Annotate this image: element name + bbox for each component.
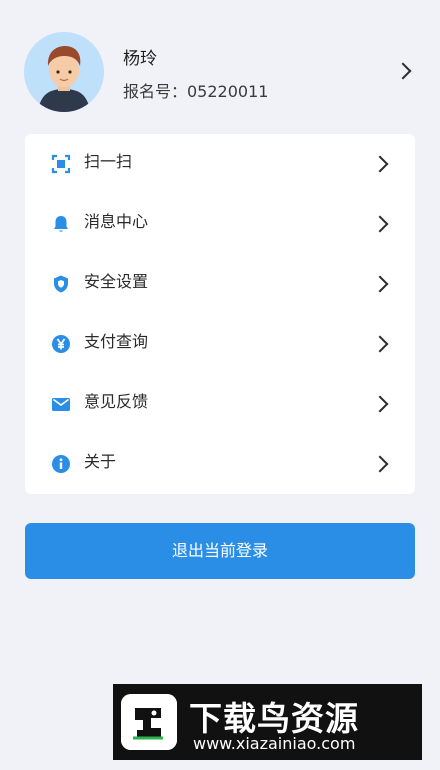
menu-item-feedback[interactable]: 意见反馈 (25, 374, 415, 434)
profile-name: 杨玲 (123, 49, 157, 69)
bird-logo-icon (121, 694, 177, 750)
watermark-banner: 下载鸟资源 www.xiazainiao.com (113, 684, 422, 760)
menu-item-label: 支付查询 (84, 332, 149, 351)
chevron-right-icon[interactable] (394, 62, 412, 80)
menu-item-label: 意见反馈 (84, 392, 149, 411)
menu-item-label: 消息中心 (84, 212, 149, 231)
menu-item-about[interactable]: 关于 (25, 434, 415, 494)
shield-icon (54, 275, 68, 293)
scan-icon (51, 154, 71, 174)
chevron-right-icon (371, 215, 389, 233)
menu-item-label: 安全设置 (84, 272, 149, 291)
bell-icon (54, 216, 68, 232)
menu-card: 扫一扫 消息中心 安全设置 支付查询 意见反馈 关于 (25, 134, 415, 494)
watermark-url: www.xiazainiao.com (193, 734, 356, 753)
menu-item-messages[interactable]: 消息中心 (25, 194, 415, 254)
info-icon (52, 455, 70, 473)
user-avatar-icon (24, 32, 104, 112)
menu-item-label: 关于 (84, 452, 117, 471)
menu-item-label: 扫一扫 (84, 152, 133, 171)
avatar[interactable] (24, 32, 104, 112)
chevron-right-icon (371, 275, 389, 293)
chevron-right-icon (371, 455, 389, 473)
logout-button[interactable]: 退出当前登录 (25, 523, 415, 579)
chevron-right-icon (371, 155, 389, 173)
chevron-right-icon (371, 335, 389, 353)
menu-item-payment[interactable]: 支付查询 (25, 314, 415, 374)
chevron-right-icon (371, 395, 389, 413)
registration-number: 报名号：05220011 (123, 82, 269, 101)
profile-header[interactable]: 杨玲 报名号：05220011 (0, 0, 440, 130)
watermark-title: 下载鸟资源 (189, 699, 359, 738)
mail-icon (52, 398, 70, 411)
yen-icon (52, 335, 70, 353)
menu-item-security[interactable]: 安全设置 (25, 254, 415, 314)
menu-item-scan[interactable]: 扫一扫 (25, 134, 415, 194)
